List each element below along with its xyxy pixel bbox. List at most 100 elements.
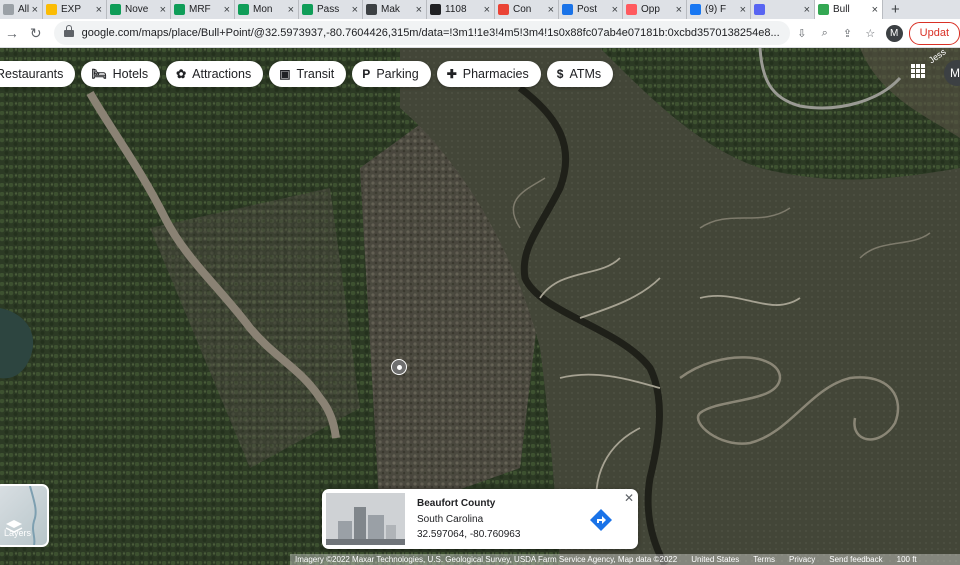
browser-tab[interactable]: Nove × <box>107 0 171 19</box>
tab-favicon-icon <box>498 4 509 15</box>
place-thumbnail[interactable] <box>326 493 405 545</box>
tab-close-icon[interactable]: × <box>352 4 358 16</box>
browser-tab[interactable]: (9) F × <box>687 0 751 19</box>
zoom-icon[interactable]: ⌕ <box>813 27 836 40</box>
scale-label[interactable]: 100 ft <box>897 555 917 564</box>
tab-favicon-icon <box>3 4 14 15</box>
reload-icon[interactable]: ↻ <box>24 25 48 42</box>
forward-icon[interactable]: → <box>0 25 24 41</box>
url-text[interactable]: google.com/maps/place/Bull+Point/@32.597… <box>82 27 791 39</box>
browser-tab[interactable]: Mak × <box>363 0 427 19</box>
tab-close-icon[interactable]: × <box>548 4 554 16</box>
tab-title: Opp <box>641 4 660 15</box>
profile-avatar[interactable]: M <box>885 24 903 42</box>
share-icon[interactable]: ⇪ <box>836 27 859 40</box>
layers-label: Layers <box>4 528 32 538</box>
pharmacy-icon: ✚ <box>446 67 457 81</box>
place-info-card[interactable]: Beaufort County South Carolina 32.597064… <box>322 489 638 549</box>
chip-label: ATMs <box>569 67 602 81</box>
layers-toggle[interactable]: Layers <box>0 484 49 547</box>
satellite-imagery <box>0 48 960 565</box>
building-illustration-icon <box>326 493 405 545</box>
tab-favicon-icon <box>562 4 573 15</box>
browser-tab[interactable]: EXP × <box>43 0 107 19</box>
chip-hotels[interactable]: 🛏 Hotels <box>81 61 161 87</box>
tab-favicon-icon <box>754 4 765 15</box>
tab-title: (9) F <box>705 4 727 15</box>
send-feedback-link[interactable]: Send feedback <box>829 555 882 564</box>
tab-favicon-icon <box>110 4 121 15</box>
satellite-map[interactable]: Restaurants 🛏 Hotels ✿ Attractions ▣ Transit P P… <box>0 48 960 565</box>
address-bar: → ↻ google.com/maps/place/Bull+Point/@32… <box>0 19 960 48</box>
tab-favicon-icon <box>626 4 637 15</box>
tab-close-icon[interactable]: × <box>96 4 102 16</box>
country-link[interactable]: United States <box>691 555 739 564</box>
category-chip-bar: Restaurants 🛏 Hotels ✿ Attractions ▣ Transit P P… <box>0 61 614 87</box>
apps-grid-icon[interactable] <box>911 64 925 78</box>
tab-favicon-icon <box>174 4 185 15</box>
download-icon[interactable]: ⇩ <box>790 27 813 40</box>
tab-list: All y×EXP×Nove×MRF×Mon×Pass×Mak×1108×Con… <box>0 0 883 19</box>
chip-label: Attractions <box>192 67 252 81</box>
tab-title: All y <box>18 4 29 15</box>
chip-label: Restaurants <box>0 67 64 81</box>
tab-close-icon[interactable]: × <box>288 4 294 16</box>
tab-title: 1108 <box>445 4 467 15</box>
browser-tab[interactable]: Opp × <box>623 0 687 19</box>
browser-tab[interactable]: 1108 × <box>427 0 495 19</box>
hotel-icon: 🛏 <box>91 67 107 81</box>
omnibox[interactable]: google.com/maps/place/Bull+Point/@32.597… <box>53 21 791 45</box>
place-title: Beaufort County <box>417 498 496 509</box>
tab-close-icon[interactable]: × <box>224 4 230 16</box>
place-coordinates: 32.597064, -80.760963 <box>417 529 521 540</box>
pin-center-icon <box>396 364 402 370</box>
chip-atms[interactable]: $ ATMs <box>546 61 614 87</box>
tab-close-icon[interactable]: × <box>484 4 490 16</box>
browser-tab[interactable]: Pass × <box>299 0 363 19</box>
place-subtitle: South Carolina <box>417 514 484 525</box>
new-tab-icon[interactable]: + <box>883 1 908 18</box>
map-footer: Imagery ©2022 Maxar Technologies, U.S. G… <box>290 554 960 565</box>
directions-icon[interactable] <box>589 508 613 532</box>
chip-attractions[interactable]: ✿ Attractions <box>166 61 264 87</box>
attraction-icon: ✿ <box>176 67 187 81</box>
privacy-link[interactable]: Privacy <box>789 555 815 564</box>
browser-tab-strip: All y×EXP×Nove×MRF×Mon×Pass×Mak×1108×Con… <box>0 0 960 19</box>
tab-close-icon[interactable]: × <box>740 4 746 16</box>
bookmark-star-icon[interactable]: ☆ <box>859 27 882 40</box>
chip-transit[interactable]: ▣ Transit <box>269 61 347 87</box>
tab-close-icon[interactable]: × <box>676 4 682 16</box>
chip-label: Hotels <box>112 67 149 81</box>
tab-close-icon[interactable]: × <box>804 4 810 16</box>
tab-favicon-icon <box>690 4 701 15</box>
tab-favicon-icon <box>430 4 441 15</box>
chip-pharmacies[interactable]: ✚ Pharmacies <box>436 61 541 87</box>
tab-title: Post <box>577 4 598 15</box>
chip-parking[interactable]: P Parking <box>352 61 431 87</box>
browser-tab[interactable]: Mon × <box>235 0 299 19</box>
browser-tab[interactable]: All y× <box>0 0 43 19</box>
browser-tab[interactable]: × <box>751 0 815 19</box>
tab-close-icon[interactable]: × <box>872 4 878 16</box>
terms-link[interactable]: Terms <box>753 555 775 564</box>
tab-close-icon[interactable]: × <box>612 4 618 16</box>
chip-label: Transit <box>296 67 335 81</box>
update-button[interactable]: Updat <box>908 21 960 45</box>
lock-icon <box>63 25 74 38</box>
browser-tab[interactable]: Post × <box>559 0 623 19</box>
tab-favicon-icon <box>818 4 829 15</box>
tab-favicon-icon <box>46 4 57 15</box>
tab-close-icon[interactable]: × <box>32 4 38 16</box>
tab-title: Mak <box>381 4 400 15</box>
tab-close-icon[interactable]: × <box>416 4 422 16</box>
tab-title: Mon <box>253 4 273 15</box>
browser-tab[interactable]: Bull × <box>815 0 883 19</box>
tab-close-icon[interactable]: × <box>160 4 166 16</box>
map-pin-marker[interactable] <box>391 359 407 375</box>
tab-title: EXP <box>61 4 82 15</box>
chip-restaurants[interactable]: Restaurants <box>0 61 76 87</box>
tab-title: Con <box>513 4 532 15</box>
browser-tab[interactable]: Con × <box>495 0 559 19</box>
browser-tab[interactable]: MRF × <box>171 0 235 19</box>
close-icon[interactable]: ✕ <box>624 491 634 505</box>
